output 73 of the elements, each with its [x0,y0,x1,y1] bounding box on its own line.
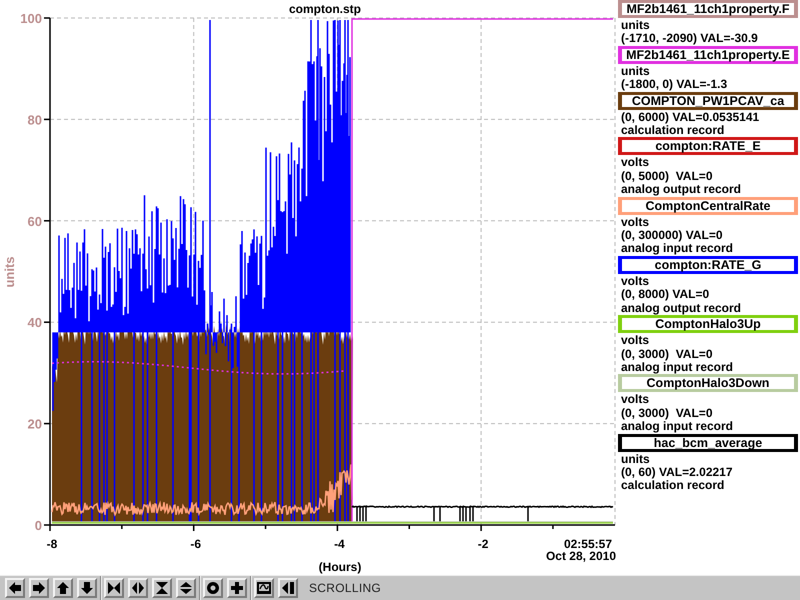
ring-button[interactable] [203,578,223,598]
graph-button[interactable] [254,578,274,598]
trace-info-text: analog output record [620,302,742,316]
trace-info-text: units [620,64,651,78]
plus-icon [230,581,244,595]
trace-info-text: units [620,452,651,466]
left-arrow-button[interactable] [5,578,25,598]
graph-icon [257,581,271,595]
trace-name-label: compton:RATE_E [618,137,798,156]
trace-name-label: MF2b1461_11ch1property.F [618,0,798,18]
y-tick-label: 40 [28,315,42,330]
end-time: 02:55:57 [564,537,612,551]
trace-info-text: (-1710, -2090) VAL=-30.9 [620,32,759,46]
y-axis-label: units [2,256,17,288]
right-arrow-button[interactable] [29,578,49,598]
y-tick-label: 100 [20,11,42,26]
trace-info-text: (0, 5000) VAL=0 [620,170,714,184]
x-tick-label: -6 [190,537,202,551]
y-tick-label: 60 [28,214,42,229]
trace-info-text: volts [620,156,650,170]
x-axis-label: (Hours) [318,560,362,574]
x-tick-label: -8 [46,537,58,551]
up-arrow-icon [56,581,70,595]
hourglass-button[interactable] [152,578,172,598]
trace-info-text: units [620,19,651,32]
plot-title: compton.stp [289,2,361,16]
right-arrow-icon [32,581,46,595]
end-date: Oct 28, 2010 [546,549,616,563]
outward-triangles-button[interactable] [128,578,148,598]
left-arrow-icon [8,581,22,595]
trace-name-label: ComptonHalo3Up [618,315,798,334]
up-down-triangles-icon [179,581,193,595]
up-down-triangles-button[interactable] [176,578,196,598]
x-tick-label: -2 [478,537,488,551]
mode-status: SCROLLING [309,581,382,595]
trace-info-text: calculation record [620,479,726,493]
trace-info-text: (0, 3000) VAL=0 [620,348,714,361]
trace-name-label: COMPTON_PW1PCAV_ca [618,92,798,110]
x-tick-label: -4 [334,537,345,551]
trace-info-text: volts [620,216,650,230]
arrow-to-bar-button[interactable] [278,578,298,598]
trace-info-text: (0, 60) VAL=2.02217 [620,466,734,480]
trace-info-text: volts [620,393,650,407]
trace-info-text: (0, 3000) VAL=0 [620,406,714,420]
trace-info-text: analog input record [620,360,734,374]
up-arrow-button[interactable] [53,578,73,598]
y-tick-label: 0 [34,518,42,533]
trace-info-text: analog input record [620,242,734,256]
trace-name-label: compton:RATE_G [618,256,798,274]
trace-name-label: MF2b1461_11ch1property.E [618,46,798,64]
trace-info-text: volts [620,334,650,348]
trace-info-text: (-1800, 0) VAL=-1.3 [620,78,728,92]
plus-button[interactable] [227,578,247,598]
trace-info-text: calculation record [620,124,726,138]
trace-name-label: ComptonHalo3Down [618,374,798,392]
trace-name-label: ComptonCentralRate [618,196,798,215]
outward-triangles-icon [131,581,145,595]
inward-triangles-button[interactable] [104,578,124,598]
down-arrow-icon [80,581,94,595]
hourglass-icon [155,581,169,595]
y-tick-label: 80 [28,112,42,128]
trace-info-text: (0, 300000) VAL=0 [620,229,724,242]
trace-info-text: (0, 8000) VAL=0 [620,288,710,302]
trace-name-label: hac_bcm_average [618,434,798,452]
trace-info-text: analog input record [620,420,734,434]
y-tick-label: 20 [28,416,42,432]
arrow-to-bar-icon [281,581,295,595]
down-arrow-button[interactable] [77,578,97,598]
trace-info-text: (0, 6000) VAL=0.0535141 [620,110,760,124]
trace-info-text: analog output record [620,183,742,197]
ring-icon [206,581,220,595]
trace-info-text: volts [620,274,650,288]
inward-triangles-icon [107,581,121,595]
